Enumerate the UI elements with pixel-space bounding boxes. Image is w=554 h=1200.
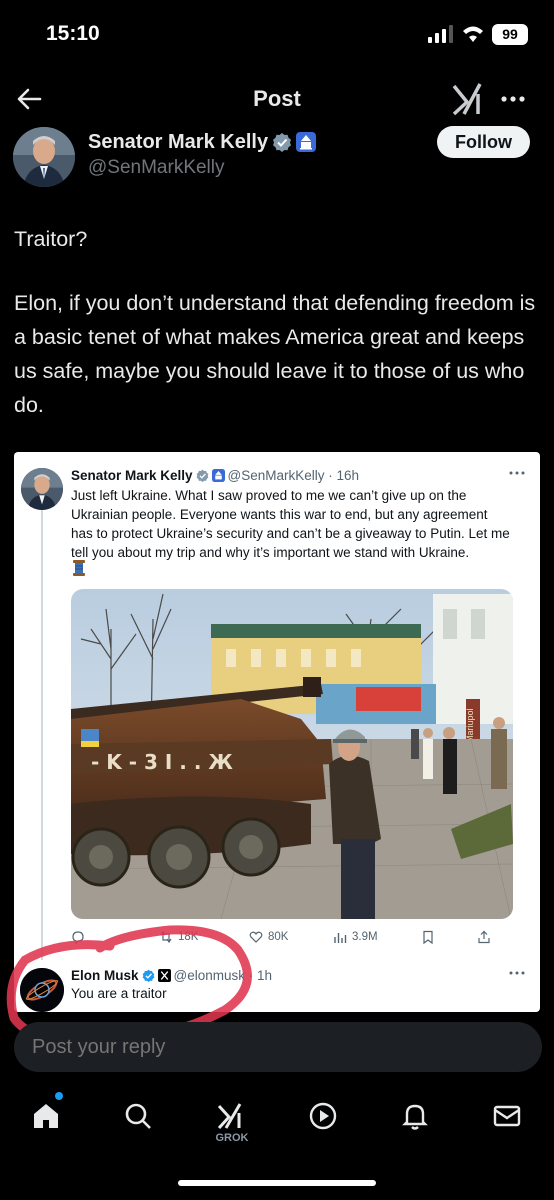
notification-dot	[55, 1092, 63, 1100]
status-bar: 15:10 99	[0, 0, 554, 70]
reply-input[interactable]	[32, 1034, 522, 1060]
government-affiliation-icon	[296, 132, 317, 152]
like-count: 80K	[268, 931, 289, 943]
grok-icon	[217, 1103, 242, 1130]
like-action: 80K	[249, 927, 288, 947]
follow-button[interactable]: Follow	[437, 126, 530, 158]
post-text-body: Elon, if you don’t understand that defen…	[14, 291, 536, 417]
views-count: 3.9M	[352, 931, 378, 943]
post-photo[interactable]: Mariupol - K - 3 I . . Ж	[71, 589, 513, 919]
author-name[interactable]: Senator Mark Kelly	[88, 131, 268, 154]
bookmark-action	[421, 927, 435, 947]
tab-video[interactable]	[303, 1096, 343, 1136]
embedded-post-text: Just left Ukraine. What I saw proved to …	[71, 488, 510, 560]
views-action: 3.9M	[333, 927, 378, 947]
reply-more-icon	[509, 971, 525, 975]
tab-grok[interactable]	[211, 1096, 251, 1136]
reply-author-name: Elon Musk	[71, 967, 139, 983]
envelope-icon	[493, 1105, 521, 1127]
share-icon	[478, 930, 490, 944]
tank-graffiti: - K - 3 I . . Ж	[91, 750, 233, 774]
post-header: Post	[0, 70, 554, 128]
share-action	[477, 927, 491, 947]
repost-action: 18K	[159, 927, 198, 947]
reply-handle-time: @elonmusk · 1h	[173, 967, 273, 983]
repost-count: 18K	[178, 931, 199, 943]
tab-messages[interactable]	[487, 1096, 527, 1136]
government-affiliation-icon	[211, 468, 225, 482]
more-options-icon[interactable]	[498, 84, 528, 114]
tab-notifications[interactable]	[395, 1096, 435, 1136]
grok-label: GROK	[215, 1132, 249, 1144]
tab-search[interactable]	[118, 1096, 158, 1136]
more-options-icon	[509, 471, 525, 475]
author-handle: @SenMarkKelly	[88, 157, 225, 178]
verified-badge-icon	[142, 969, 154, 982]
thread-line	[41, 510, 43, 960]
embedded-author-avatar	[21, 468, 63, 510]
embedded-screenshot[interactable]: Senator Mark Kelly @SenMarkKelly · 16h J…	[14, 452, 540, 1012]
heart-icon	[249, 931, 263, 943]
author-name-row: Senator Mark Kelly	[88, 129, 317, 155]
home-indicator	[178, 1180, 376, 1186]
battery-indicator: 99	[492, 24, 528, 45]
verified-badge-icon	[273, 133, 292, 152]
embedded-author-name: Senator Mark Kelly	[71, 467, 193, 483]
reply-author-avatar	[20, 968, 64, 1012]
mariupol-sign-text: Mariupol	[465, 708, 475, 743]
reply-icon	[72, 931, 84, 944]
x-affiliation-icon	[157, 968, 171, 982]
embedded-post-header: Senator Mark Kelly @SenMarkKelly · 16h	[71, 466, 359, 484]
thread-spool-icon	[73, 560, 85, 576]
embedded-action-bar: 18K 80K 3.9M	[71, 927, 511, 947]
bell-icon	[402, 1104, 428, 1130]
cellular-signal-icon	[428, 25, 453, 43]
reply-text: You are a traitor	[71, 986, 167, 1001]
repost-icon	[160, 930, 172, 944]
reply-action	[71, 927, 85, 947]
reply-bar[interactable]	[14, 1022, 542, 1072]
home-icon	[34, 1104, 58, 1128]
views-chart-icon	[334, 933, 347, 943]
reply-header: Elon Musk @elonmusk · 1h	[71, 966, 272, 984]
video-play-icon	[309, 1102, 337, 1130]
author-avatar[interactable]	[13, 127, 75, 187]
wifi-icon	[463, 26, 483, 42]
post-text-first-line: Traitor?	[14, 227, 88, 251]
grok-icon[interactable]	[450, 80, 488, 118]
status-time: 15:10	[46, 22, 100, 45]
search-icon	[125, 1103, 151, 1129]
tab-home[interactable]	[26, 1096, 66, 1136]
verified-badge-icon	[196, 469, 208, 482]
embedded-handle-time: @SenMarkKelly · 16h	[227, 467, 360, 483]
bookmark-icon	[423, 930, 433, 944]
